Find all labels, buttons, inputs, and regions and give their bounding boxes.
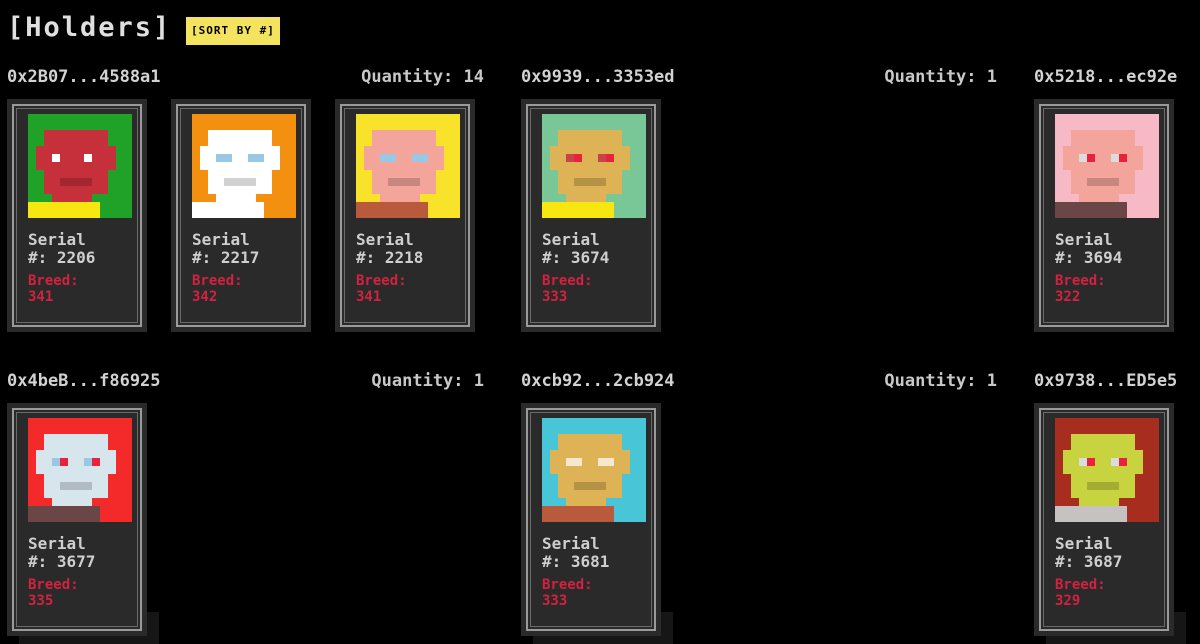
breed-value: 322 bbox=[1055, 289, 1081, 305]
holder-address[interactable]: 0xcb92...2cb924 bbox=[521, 373, 675, 390]
nft-card[interactable]: Serial #: 3681 Breed: 333 bbox=[521, 403, 673, 644]
serial-number: Serial #: 2218 bbox=[356, 231, 466, 267]
holder-quantity: Quantity: 1 bbox=[884, 371, 997, 391]
breed-info: Breed: 335 bbox=[28, 577, 138, 609]
serial-label: Serial bbox=[1055, 534, 1113, 553]
serial-number: Serial #: 2206 bbox=[28, 231, 138, 267]
serial-value: #: 3687 bbox=[1055, 552, 1123, 571]
breed-value: 333 bbox=[542, 289, 568, 305]
serial-label: Serial bbox=[28, 534, 86, 553]
punk-avatar-image bbox=[542, 418, 646, 522]
breed-label: Breed: bbox=[1055, 273, 1106, 289]
breed-label: Breed: bbox=[542, 273, 593, 289]
nft-card[interactable]: Serial #: 2217 Breed: 342 bbox=[171, 99, 323, 340]
nft-card[interactable]: Serial #: 3677 Breed: 335 bbox=[7, 403, 159, 644]
breed-info: Breed: 333 bbox=[542, 577, 652, 609]
holder-quantity: Quantity: 14 bbox=[361, 67, 484, 87]
breed-label: Breed: bbox=[192, 273, 243, 289]
serial-label: Serial bbox=[356, 230, 414, 249]
serial-label: Serial bbox=[28, 230, 86, 249]
breed-label: Breed: bbox=[542, 577, 593, 593]
serial-label: Serial bbox=[542, 534, 600, 553]
nft-card[interactable]: Serial #: 3687 Breed: 329 bbox=[1034, 403, 1186, 644]
holder-quantity: Quantity: 1 bbox=[884, 67, 997, 87]
breed-info: Breed: 329 bbox=[1055, 577, 1165, 609]
breed-label: Breed: bbox=[28, 273, 79, 289]
breed-label: Breed: bbox=[356, 273, 407, 289]
holder-address[interactable]: 0x5218...ec92e bbox=[1034, 69, 1177, 86]
holder-address[interactable]: 0x9939...3353ed bbox=[521, 69, 675, 86]
serial-number: Serial #: 3687 bbox=[1055, 535, 1165, 571]
punk-avatar-image bbox=[192, 114, 296, 218]
serial-value: #: 2218 bbox=[356, 248, 424, 267]
serial-label: Serial bbox=[1055, 230, 1113, 249]
sort-by-number-button[interactable]: [SORT BY #] bbox=[186, 17, 280, 45]
breed-label: Breed: bbox=[28, 577, 79, 593]
breed-value: 341 bbox=[356, 289, 382, 305]
breed-value: 342 bbox=[192, 289, 218, 305]
page-title: [Holders] bbox=[7, 12, 172, 43]
breed-value: 329 bbox=[1055, 593, 1081, 609]
breed-value: 333 bbox=[542, 593, 568, 609]
serial-label: Serial bbox=[192, 230, 250, 249]
serial-value: #: 3674 bbox=[542, 248, 610, 267]
punk-avatar-image bbox=[1055, 418, 1159, 522]
breed-info: Breed: 341 bbox=[356, 273, 466, 305]
serial-number: Serial #: 3677 bbox=[28, 535, 138, 571]
breed-label: Breed: bbox=[1055, 577, 1106, 593]
serial-value: #: 3694 bbox=[1055, 248, 1123, 267]
punk-avatar-image bbox=[542, 114, 646, 218]
breed-info: Breed: 341 bbox=[28, 273, 138, 305]
serial-value: #: 2217 bbox=[192, 248, 260, 267]
nft-card[interactable]: Serial #: 3694 Breed: 322 bbox=[1034, 99, 1186, 340]
punk-avatar-image bbox=[1055, 114, 1159, 218]
breed-info: Breed: 322 bbox=[1055, 273, 1165, 305]
nft-card[interactable]: Serial #: 2218 Breed: 341 bbox=[335, 99, 487, 340]
breed-info: Breed: 342 bbox=[192, 273, 302, 305]
holder-address[interactable]: 0x2B07...4588a1 bbox=[7, 69, 161, 86]
serial-number: Serial #: 3694 bbox=[1055, 231, 1165, 267]
holder-address[interactable]: 0x9738...ED5e5 bbox=[1034, 373, 1177, 390]
nft-card[interactable]: Serial #: 3674 Breed: 333 bbox=[521, 99, 673, 340]
nft-card[interactable]: Serial #: 2206 Breed: 341 bbox=[7, 99, 159, 340]
holder-address[interactable]: 0x4beB...f86925 bbox=[7, 373, 161, 390]
holder-quantity: Quantity: 1 bbox=[371, 371, 484, 391]
serial-value: #: 2206 bbox=[28, 248, 96, 267]
serial-label: Serial bbox=[542, 230, 600, 249]
serial-value: #: 3677 bbox=[28, 552, 96, 571]
serial-number: Serial #: 3681 bbox=[542, 535, 652, 571]
punk-avatar-image bbox=[28, 114, 132, 218]
breed-info: Breed: 333 bbox=[542, 273, 652, 305]
punk-avatar-image bbox=[356, 114, 460, 218]
serial-number: Serial #: 2217 bbox=[192, 231, 302, 267]
serial-number: Serial #: 3674 bbox=[542, 231, 652, 267]
breed-value: 335 bbox=[28, 593, 54, 609]
punk-avatar-image bbox=[28, 418, 132, 522]
breed-value: 341 bbox=[28, 289, 54, 305]
serial-value: #: 3681 bbox=[542, 552, 610, 571]
